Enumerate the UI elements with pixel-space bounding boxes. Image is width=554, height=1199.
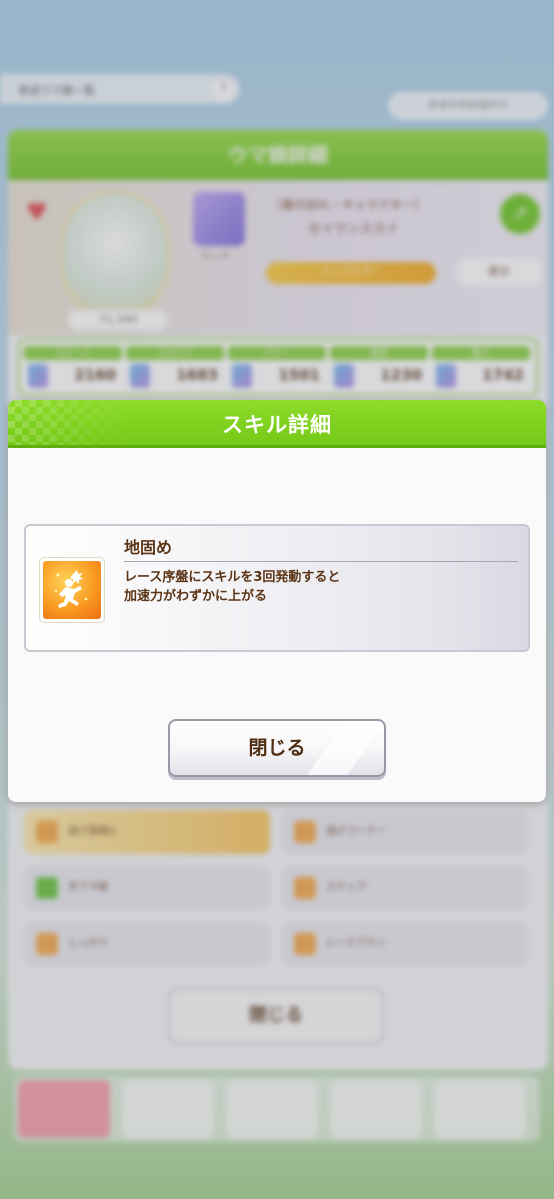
- modal-title: スキル詳細: [222, 413, 332, 437]
- running-figure-icon: [40, 558, 104, 622]
- skill-name: 地固め: [124, 538, 173, 557]
- header-divider: [8, 445, 546, 448]
- close-button[interactable]: 閉じる: [168, 719, 386, 777]
- skill-detail-modal: スキル詳細 地固め レース序盤にスキルを3回発動すると 加速力がわずかに上がる …: [8, 400, 546, 802]
- skill-divider: [124, 561, 518, 562]
- modal-header: スキル詳細: [8, 400, 546, 448]
- skill-description: レース序盤にスキルを3回発動すると 加速力がわずかに上がる: [124, 568, 340, 606]
- skill-description-line: 加速力がわずかに上がる: [124, 589, 268, 604]
- skill-card: 地固め レース序盤にスキルを3回発動すると 加速力がわずかに上がる: [24, 524, 530, 652]
- skill-description-line: レース序盤にスキルを3回発動すると: [124, 570, 341, 585]
- close-button-label: 閉じる: [248, 737, 306, 759]
